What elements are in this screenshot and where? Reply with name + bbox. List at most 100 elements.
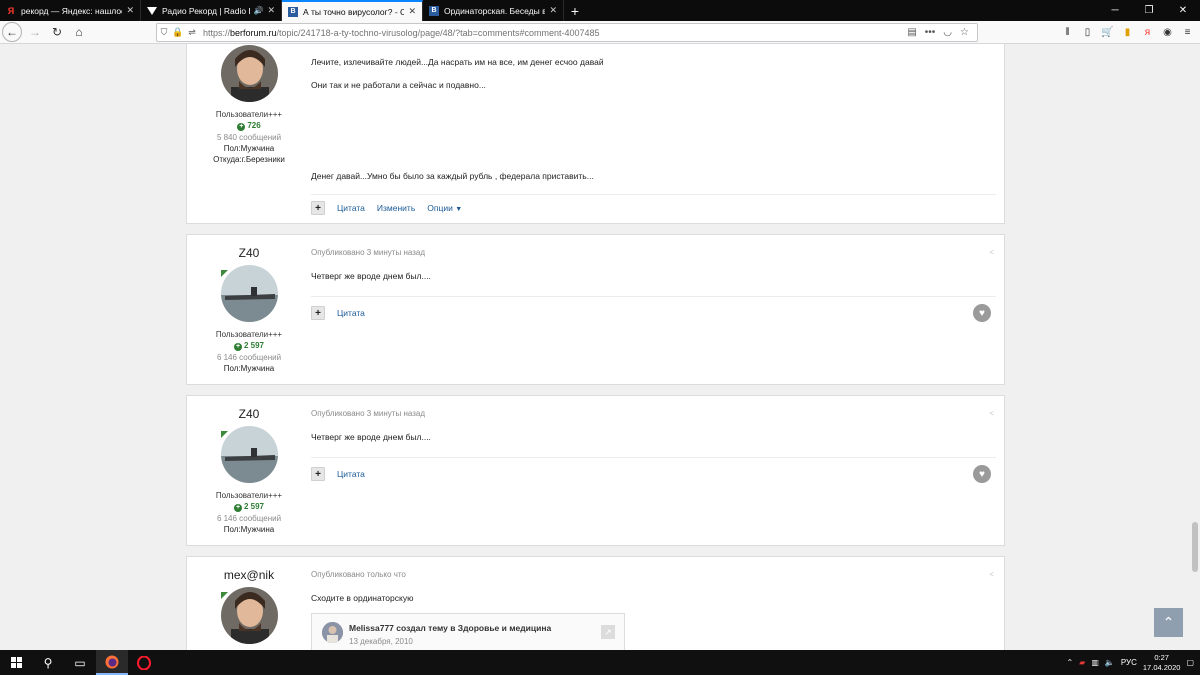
message-count[interactable]: 6 146 сообщений: [187, 353, 311, 362]
search-icon[interactable]: ⚲: [32, 650, 64, 675]
home-button[interactable]: ⌂: [68, 22, 90, 42]
multiquote-button[interactable]: +: [311, 306, 325, 320]
account-icon[interactable]: ◉: [1161, 24, 1174, 40]
quote-link[interactable]: Цитата: [337, 308, 365, 318]
bookmark-flag-icon[interactable]: ▮: [1121, 24, 1134, 40]
pdf-icon[interactable]: ▰: [1079, 658, 1085, 667]
edit-link[interactable]: Изменить: [377, 203, 415, 213]
maximize-icon[interactable]: ❐: [1132, 0, 1166, 21]
message-count[interactable]: 6 146 сообщений: [187, 514, 311, 523]
embedded-topic[interactable]: Melissa777 создал тему в Здоровье и меди…: [311, 613, 625, 650]
post-text-line: Они так и не работали а сейчас и подавно…: [311, 80, 486, 90]
avatar[interactable]: [220, 426, 278, 483]
options-link[interactable]: Опции ▼: [427, 203, 462, 213]
multiquote-button[interactable]: +: [311, 201, 325, 215]
network-icon[interactable]: ▥: [1091, 658, 1099, 667]
share-icon[interactable]: <: [989, 409, 994, 418]
plus-icon: +: [237, 123, 246, 131]
close-icon[interactable]: ✕: [549, 5, 557, 16]
tab-ordinatorskaya[interactable]: B Ординаторская. Беседы врачей ✕: [423, 0, 564, 21]
tab-yandex[interactable]: Я рекорд — Яндекс: нашлось 5 ✕: [0, 0, 141, 21]
avatar[interactable]: [220, 265, 278, 322]
chevron-up-icon[interactable]: ⌃: [1066, 658, 1073, 667]
author-name[interactable]: Z40: [187, 246, 311, 260]
page-actions-icon[interactable]: •••: [925, 27, 936, 38]
clock[interactable]: 0:27 17.04.2020: [1143, 653, 1181, 673]
firefox-icon[interactable]: [96, 650, 128, 675]
sidebar-icon[interactable]: ▯: [1081, 24, 1094, 40]
avatar[interactable]: [220, 587, 278, 644]
tab-radio-record[interactable]: Радио Рекорд | Radio Record 🔊 ✕: [141, 0, 282, 21]
author-name[interactable]: Z40: [187, 407, 311, 421]
language-indicator[interactable]: РУС: [1121, 658, 1137, 667]
library-icon[interactable]: ⫴: [1061, 24, 1074, 40]
avatar: [322, 622, 343, 643]
post-actions: + Цитата Изменить Опции ▼: [311, 201, 462, 215]
scrollbar-thumb[interactable]: [1192, 522, 1198, 572]
share-icon[interactable]: <: [989, 248, 994, 257]
embed-date: 13 декабря, 2010: [349, 637, 413, 646]
post-divider: [311, 194, 996, 195]
tab-title: Ординаторская. Беседы врачей: [444, 5, 545, 16]
quote-link[interactable]: Цитата: [337, 203, 365, 213]
post-text-line: Лечите, излечивайте людей...Да насрать и…: [311, 57, 604, 67]
menu-icon[interactable]: ≡: [1181, 24, 1194, 40]
bookmark-star-icon[interactable]: ☆: [960, 27, 969, 38]
author-name[interactable]: mex@nik: [187, 568, 311, 582]
post-text: Сходите в ординаторскую: [311, 593, 414, 603]
taskbar: ⚲ ▭ ⌃ ▰ ▥ 🔈 РУС 0:27 17.04.2020 ▢: [0, 650, 1200, 675]
windows-start-icon[interactable]: [0, 650, 32, 675]
reputation-badge: +2 597: [233, 502, 265, 512]
post-timestamp[interactable]: Опубликовано 3 минуты назад: [311, 409, 425, 418]
forum-post: Пользователи+++ +726 5 840 сообщений Пол…: [186, 44, 1005, 224]
quote-link[interactable]: Цитата: [337, 469, 365, 479]
shield-icon[interactable]: ⛉: [157, 27, 171, 38]
post-timestamp[interactable]: Опубликовано только что: [311, 570, 406, 579]
opera-icon[interactable]: [128, 650, 160, 675]
cart-icon[interactable]: 🛒: [1101, 24, 1114, 40]
pocket-icon[interactable]: ◡: [943, 27, 952, 38]
avatar[interactable]: [220, 45, 278, 102]
close-icon[interactable]: ✕: [126, 5, 134, 16]
yandex-icon: Я: [7, 5, 15, 16]
plus-icon: +: [233, 504, 242, 512]
address-bar[interactable]: ⛉ 🔒 ⇌ https://berforum.ru/topic/241718-a…: [156, 23, 978, 42]
permissions-icon[interactable]: ⇌: [185, 27, 199, 38]
reload-button[interactable]: ↻: [46, 22, 68, 42]
berforum-icon: B: [429, 5, 439, 16]
close-window-icon[interactable]: ✕: [1166, 0, 1200, 21]
notifications-icon[interactable]: ▢: [1186, 658, 1194, 667]
new-tab-button[interactable]: +: [564, 0, 586, 21]
multiquote-button[interactable]: +: [311, 467, 325, 481]
external-link-icon[interactable]: ↗: [601, 625, 615, 639]
post-author: Z40 Пользователи+++ +2 597 6 146 сообщен…: [187, 396, 311, 534]
volume-icon[interactable]: 🔈: [1105, 658, 1115, 667]
forward-button[interactable]: →: [24, 22, 46, 42]
post-timestamp[interactable]: Опубликовано 3 минуты назад: [311, 248, 425, 257]
minimize-icon[interactable]: ─: [1098, 0, 1132, 21]
post-text: Четверг же вроде днем был....: [311, 271, 431, 281]
tab-virusolog[interactable]: B А ты точно вирусолог? - Стр ✕: [282, 0, 423, 21]
back-button[interactable]: ←: [2, 22, 22, 42]
user-group: Пользователи+++: [215, 330, 283, 339]
embed-title[interactable]: Melissa777 создал тему в Здоровье и меди…: [349, 623, 551, 633]
message-count[interactable]: 5 840 сообщений: [187, 133, 311, 142]
task-view-icon[interactable]: ▭: [64, 650, 96, 675]
plus-icon: +: [233, 343, 242, 351]
speaker-icon[interactable]: 🔊: [253, 6, 263, 15]
lock-icon[interactable]: 🔒: [171, 27, 185, 38]
close-icon[interactable]: ✕: [267, 5, 275, 16]
share-icon[interactable]: <: [989, 570, 994, 579]
heart-icon[interactable]: ♥: [973, 304, 991, 322]
page-scrollbar[interactable]: [1189, 44, 1200, 650]
close-icon[interactable]: ✕: [408, 6, 416, 17]
yandex-extension-icon[interactable]: я: [1141, 24, 1154, 40]
reader-view-icon[interactable]: ▤: [907, 27, 916, 38]
caret-down-icon: ▼: [455, 206, 463, 213]
heart-icon[interactable]: ♥: [973, 465, 991, 483]
user-location: Откуда:г.Березники: [213, 155, 285, 164]
forum-post: Z40 Пользователи+++ +2 597 6 146 сообщен…: [186, 395, 1005, 546]
scroll-to-top-button[interactable]: ⌃: [1154, 608, 1183, 637]
reputation-badge: +726: [237, 121, 261, 131]
url-text[interactable]: https://berforum.ru/topic/241718-a-ty-to…: [203, 28, 907, 38]
